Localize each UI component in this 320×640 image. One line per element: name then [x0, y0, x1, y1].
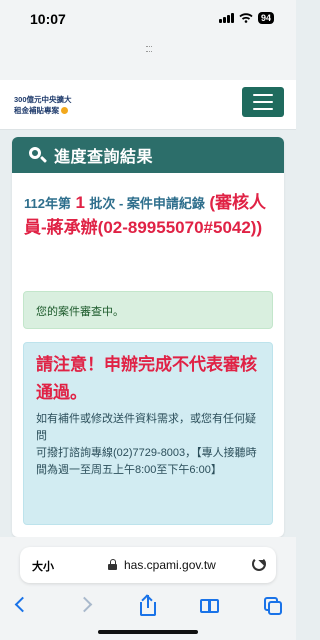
tabs-icon[interactable]: [260, 594, 284, 618]
card-header: 進度查詢結果: [12, 137, 284, 173]
back-icon[interactable]: [10, 594, 34, 618]
menu-button[interactable]: [242, 87, 284, 117]
record-prefix: 112年第: [24, 196, 71, 211]
wifi-icon: [239, 13, 253, 23]
forward-icon[interactable]: [76, 594, 100, 618]
lock-icon: [108, 559, 117, 570]
status-time: 10:07: [30, 11, 66, 27]
home-indicator[interactable]: [98, 630, 198, 634]
tab-handle-icon: [146, 46, 152, 52]
url-text[interactable]: has.cpami.gov.tw: [124, 558, 216, 572]
site-header: 300億元中央擴大 租金補貼專案: [0, 80, 296, 130]
status-bar: 10:07 94: [0, 0, 296, 36]
bookmarks-icon[interactable]: [198, 594, 222, 618]
notice-box: 請注意！申辦完成不代表審核通過。 如有補件或修改送件資料需求，或您有任何疑問 可…: [23, 342, 273, 525]
menu-icon: [253, 94, 273, 96]
application-record: 112年第 1 批次 - 案件申請紀錄 (審核人員-蔣承辦(02-8995507…: [12, 173, 284, 240]
signal-icon: [218, 13, 234, 23]
status-message: 您的案件審查中。: [23, 291, 273, 329]
logo-line1: 300億元中央擴大: [14, 95, 72, 104]
notice-title: 請注意！申辦完成不代表審核通過。: [36, 355, 257, 402]
browser-bottom-bar: 大小 has.cpami.gov.tw: [0, 537, 296, 640]
search-icon: [28, 146, 48, 164]
battery-icon: 94: [257, 12, 274, 24]
browser-top-area: [0, 36, 296, 80]
notice-body-1: 如有補件或修改送件資料需求，或您有任何疑問: [36, 413, 256, 442]
record-middle: 批次 - 案件申請紀錄: [89, 196, 205, 211]
result-card: 進度查詢結果 112年第 1 批次 - 案件申請紀錄 (審核人員-蔣承辦(02-…: [12, 137, 284, 537]
text-size-button[interactable]: 大小: [32, 558, 54, 574]
logo-line2-row: 租金補貼專案: [14, 105, 104, 116]
record-batch-number: 1: [75, 193, 85, 212]
reload-icon[interactable]: [252, 557, 266, 571]
card-title: 進度查詢結果: [54, 149, 154, 166]
share-icon[interactable]: [136, 594, 160, 618]
browser-toolbar: [0, 587, 296, 627]
logo-line2: 租金補貼專案: [14, 106, 59, 115]
site-logo[interactable]: 300億元中央擴大 租金補貼專案: [14, 94, 104, 116]
notice-body-2: 可撥打諮詢專線(02)7729-8003，【專人接聽時間為週一至周五上午8:00…: [36, 447, 257, 476]
address-bar[interactable]: 大小 has.cpami.gov.tw: [20, 547, 276, 583]
status-icons: 94: [218, 12, 274, 24]
logo-badge-icon: [61, 107, 68, 114]
